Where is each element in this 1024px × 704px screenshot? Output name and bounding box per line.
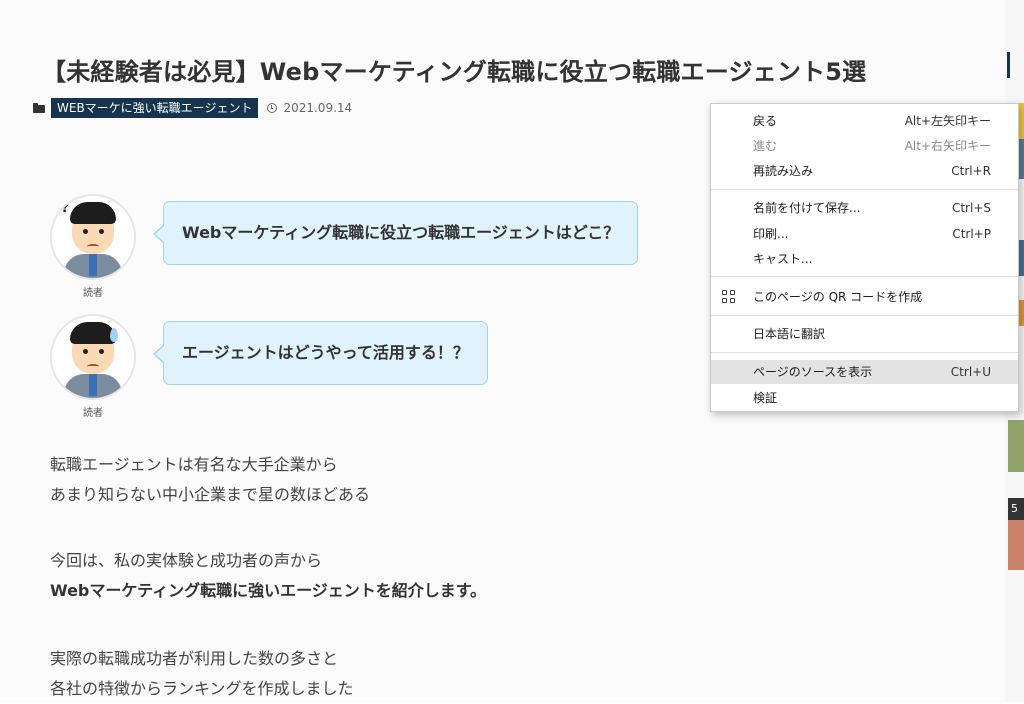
menu-item-create-qr[interactable]: このページの QR コードを作成 — [711, 285, 1018, 309]
category-tag[interactable]: WEBマーケに強い転職エージェント — [51, 98, 259, 118]
body-paragraph: 実際の転職成功者が利用した数の多さと 各社の特徴からランキングを作成しました — [50, 644, 354, 704]
post-date: 2021.09.14 — [283, 101, 353, 115]
avatar — [50, 314, 136, 400]
speech-bubble: Webマーケティング転職に役立つ転職エージェントはどこ？ — [152, 201, 639, 265]
menu-item-cast[interactable]: キャスト... — [711, 247, 1018, 271]
menu-separator — [711, 189, 1018, 190]
menu-item-label: ページのソースを表示 — [753, 365, 873, 379]
menu-item-label: 再読み込み — [753, 164, 814, 178]
menu-item-label: 検証 — [753, 391, 778, 405]
sidebar-thumbnail[interactable] — [1008, 520, 1024, 570]
menu-item-label: 戻る — [753, 114, 778, 128]
clock-icon — [267, 103, 278, 113]
menu-item-forward[interactable]: 進む Alt+右矢印キー — [711, 134, 1018, 158]
menu-item-shortcut: Alt+右矢印キー — [904, 139, 991, 153]
qr-code-icon — [722, 290, 736, 304]
sidebar-heading-bar — [1007, 52, 1010, 78]
menu-item-inspect[interactable]: 検証 — [711, 386, 1018, 410]
menu-item-shortcut: Alt+左矢印キー — [904, 114, 991, 128]
context-menu: 戻る Alt+左矢印キー 進む Alt+右矢印キー 再読み込み Ctrl+R 名… — [710, 103, 1019, 412]
body-line: あまり知らない中小企業まで星の数ほどある — [50, 485, 371, 504]
menu-item-shortcut: Ctrl+U — [950, 365, 991, 379]
menu-item-view-source[interactable]: ページのソースを表示 Ctrl+U — [711, 360, 1018, 384]
sidebar-rank-number: 5 — [1008, 498, 1024, 520]
menu-item-shortcut: Ctrl+R — [951, 164, 991, 178]
menu-item-label: このページの QR コードを作成 — [753, 290, 923, 304]
menu-item-shortcut: Ctrl+S — [951, 201, 991, 215]
menu-item-translate[interactable]: 日本語に翻訳 — [711, 322, 1018, 346]
speech-bubble: エージェントはどうやって活用する！？ — [153, 321, 488, 385]
folder-icon — [33, 103, 45, 113]
avatar: ? — [50, 194, 136, 280]
body-line: 実際の転職成功者が利用した数の多さと — [50, 649, 339, 668]
body-paragraph: 今回は、私の実体験と成功者の声から Webマーケティング転職に強いエージェントを… — [50, 546, 486, 606]
speaker: ? 読者 — [50, 194, 136, 299]
body-line-bold: Webマーケティング転職に強いエージェントを紹介します。 — [50, 581, 487, 600]
menu-item-back[interactable]: 戻る Alt+左矢印キー — [711, 109, 1018, 133]
menu-item-label: 日本語に翻訳 — [753, 327, 826, 341]
menu-item-print[interactable]: 印刷... Ctrl+P — [711, 222, 1018, 246]
menu-item-label: 名前を付けて保存... — [753, 201, 861, 215]
article-meta: WEBマーケに強い転職エージェント 2021.09.14 — [33, 97, 352, 119]
speaker: 読者 — [50, 314, 136, 419]
menu-separator — [711, 276, 1018, 277]
menu-separator — [711, 352, 1018, 353]
menu-separator — [711, 315, 1018, 316]
article-title: 【未経験者は必見】Webマーケティング転職に役立つ転職エージェント5選 — [42, 58, 867, 86]
body-line: 今回は、私の実体験と成功者の声から — [50, 551, 323, 570]
body-line: 各社の特徴からランキングを作成しました — [50, 679, 354, 698]
menu-item-shortcut: Ctrl+P — [952, 227, 991, 241]
menu-item-label: 進む — [753, 139, 778, 153]
speaker-name: 読者 — [83, 408, 103, 419]
menu-item-label: キャスト... — [753, 252, 813, 266]
sidebar-thumbnail[interactable] — [1008, 420, 1024, 472]
speaker-name: 読者 — [83, 288, 103, 299]
menu-item-reload[interactable]: 再読み込み Ctrl+R — [711, 159, 1018, 183]
body-line: 転職エージェントは有名な大手企業から — [50, 455, 338, 474]
menu-item-save-as[interactable]: 名前を付けて保存... Ctrl+S — [711, 196, 1018, 220]
body-paragraph: 転職エージェントは有名な大手企業から あまり知らない中小企業まで星の数ほどある — [50, 450, 370, 510]
menu-item-label: 印刷... — [753, 227, 789, 241]
